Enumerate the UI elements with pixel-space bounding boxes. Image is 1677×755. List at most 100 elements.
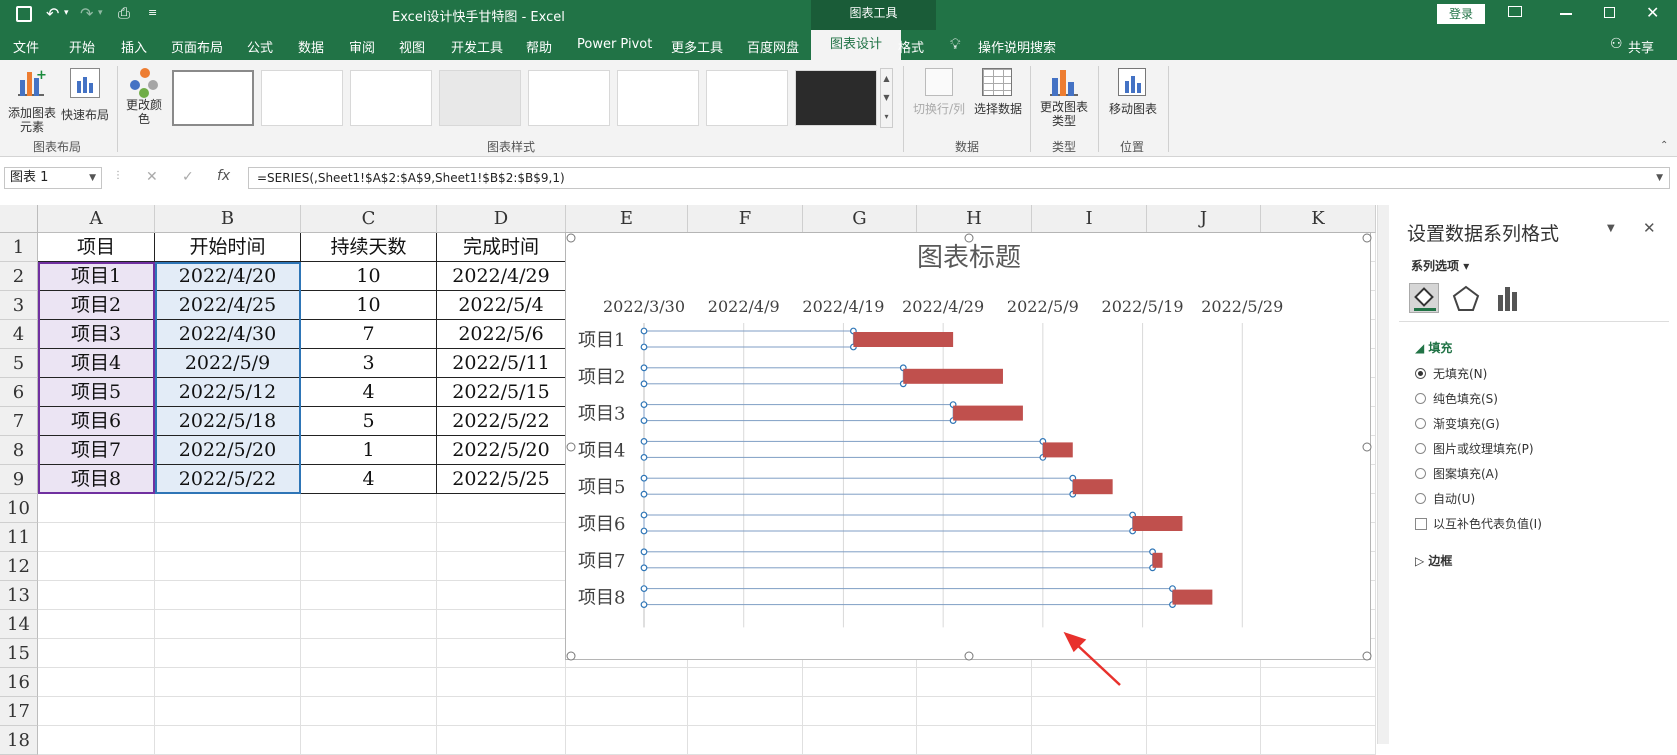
login-button[interactable]: 登录: [1437, 4, 1485, 24]
cell[interactable]: [1032, 726, 1147, 755]
option-automatic[interactable]: 自动(U): [1433, 490, 1475, 507]
fill-line-icon[interactable]: [1409, 283, 1439, 313]
table-cell[interactable]: 2022/4/29: [437, 262, 566, 291]
border-section-toggle[interactable]: ▷ 边框: [1415, 552, 1452, 569]
cell[interactable]: [1147, 697, 1261, 726]
row-header-6[interactable]: 6: [0, 378, 38, 407]
cell[interactable]: [1147, 668, 1261, 697]
cell[interactable]: [301, 494, 437, 523]
cell[interactable]: [437, 726, 566, 755]
confirm-entry-icon[interactable]: ✓: [182, 169, 194, 185]
table-cell[interactable]: 1: [301, 436, 437, 465]
cell[interactable]: [301, 581, 437, 610]
cell[interactable]: [301, 639, 437, 668]
cell[interactable]: [437, 697, 566, 726]
table-cell[interactable]: 项目7: [38, 436, 155, 465]
column-header-b[interactable]: B: [155, 205, 301, 233]
tab-view[interactable]: 视图: [399, 37, 425, 56]
radio-automatic[interactable]: [1415, 493, 1426, 504]
row-header-7[interactable]: 7: [0, 407, 38, 436]
cell[interactable]: [155, 668, 301, 697]
cell[interactable]: [155, 494, 301, 523]
tab-power-pivot[interactable]: Power Pivot: [577, 37, 652, 52]
column-header-j[interactable]: J: [1147, 205, 1261, 233]
tab-baidu-netdisk[interactable]: 百度网盘: [747, 37, 799, 56]
cell[interactable]: [38, 523, 155, 552]
table-cell[interactable]: 项目2: [38, 291, 155, 320]
series-options-icon[interactable]: [1493, 283, 1523, 313]
chart-style-5[interactable]: [528, 70, 610, 126]
row-header-14[interactable]: 14: [0, 610, 38, 639]
fill-section-toggle[interactable]: ◢ 填充: [1415, 339, 1452, 356]
cell[interactable]: [301, 726, 437, 755]
cell[interactable]: [38, 726, 155, 755]
chart-style-6[interactable]: [617, 70, 699, 126]
expand-formula-icon[interactable]: ▼: [1656, 168, 1663, 188]
series-options-dropdown[interactable]: 系列选项 ▾: [1411, 257, 1469, 274]
column-header-k[interactable]: K: [1261, 205, 1376, 233]
table-cell[interactable]: 2022/5/9: [155, 349, 301, 378]
row-header-10[interactable]: 10: [0, 494, 38, 523]
cell[interactable]: [38, 552, 155, 581]
table-cell[interactable]: 2022/5/12: [155, 378, 301, 407]
tab-home[interactable]: 开始: [69, 37, 95, 56]
column-header-c[interactable]: C: [301, 205, 437, 233]
tell-me-search[interactable]: 操作说明搜索: [978, 37, 1056, 56]
table-cell[interactable]: 项目5: [38, 378, 155, 407]
row-header-1[interactable]: 1: [0, 233, 38, 262]
row-header-11[interactable]: 11: [0, 523, 38, 552]
cell[interactable]: [155, 552, 301, 581]
table-header-cell[interactable]: 项目: [38, 233, 155, 262]
cell[interactable]: [38, 668, 155, 697]
share-button[interactable]: 共享: [1628, 37, 1654, 56]
cell[interactable]: [301, 668, 437, 697]
row-header-5[interactable]: 5: [0, 349, 38, 378]
table-cell[interactable]: 2022/5/22: [437, 407, 566, 436]
option-no-fill[interactable]: 无填充(N): [1433, 365, 1487, 382]
tab-chart-design[interactable]: 图表设计: [811, 30, 901, 60]
cell[interactable]: [38, 581, 155, 610]
table-cell[interactable]: 项目6: [38, 407, 155, 436]
table-cell[interactable]: 2022/5/15: [437, 378, 566, 407]
cell[interactable]: [803, 668, 917, 697]
cell[interactable]: [1261, 726, 1376, 755]
column-header-a[interactable]: A: [38, 205, 155, 233]
chart-style-8[interactable]: [795, 70, 877, 126]
cell[interactable]: [437, 552, 566, 581]
tab-insert[interactable]: 插入: [121, 37, 147, 56]
table-header-cell[interactable]: 完成时间: [437, 233, 566, 262]
row-header-4[interactable]: 4: [0, 320, 38, 349]
chart-style-4[interactable]: [439, 70, 521, 126]
cell[interactable]: [1147, 726, 1261, 755]
minimize-icon[interactable]: [1560, 13, 1572, 15]
cell[interactable]: [1261, 668, 1376, 697]
name-box-dropdown-icon[interactable]: ▼: [89, 168, 96, 188]
tab-file[interactable]: 文件: [13, 37, 39, 56]
table-cell[interactable]: 4: [301, 378, 437, 407]
table-cell[interactable]: 项目8: [38, 465, 155, 494]
radio-no-fill[interactable]: [1415, 368, 1426, 379]
cell[interactable]: [688, 668, 803, 697]
table-cell[interactable]: 2022/5/4: [437, 291, 566, 320]
collapse-ribbon-icon[interactable]: ⌃: [1660, 140, 1668, 151]
tab-formulas[interactable]: 公式: [247, 37, 273, 56]
cell[interactable]: [688, 726, 803, 755]
undo-dropdown-icon[interactable]: ▾: [64, 8, 69, 18]
tab-help[interactable]: 帮助: [526, 37, 552, 56]
row-header-2[interactable]: 2: [0, 262, 38, 291]
table-cell[interactable]: 3: [301, 349, 437, 378]
table-header-cell[interactable]: 开始时间: [155, 233, 301, 262]
column-header-h[interactable]: H: [917, 205, 1032, 233]
cell[interactable]: [437, 639, 566, 668]
option-pattern-fill[interactable]: 图案填充(A): [1433, 465, 1499, 482]
save-icon[interactable]: [16, 6, 32, 22]
invert-negative-checkbox[interactable]: [1415, 518, 1427, 530]
gantt-chart[interactable]: 图表标题 2022/3/30 2022/4/9 2022/4/19 2022/4/29 2…: [565, 232, 1372, 661]
close-icon[interactable]: ✕: [1646, 3, 1659, 22]
option-picture-fill[interactable]: 图片或纹理填充(P): [1433, 440, 1534, 457]
column-header-e[interactable]: E: [566, 205, 688, 233]
select-data-button[interactable]: 选择数据: [970, 64, 1026, 124]
table-cell[interactable]: 2022/5/20: [155, 436, 301, 465]
row-header-13[interactable]: 13: [0, 581, 38, 610]
radio-pattern-fill[interactable]: [1415, 468, 1426, 479]
